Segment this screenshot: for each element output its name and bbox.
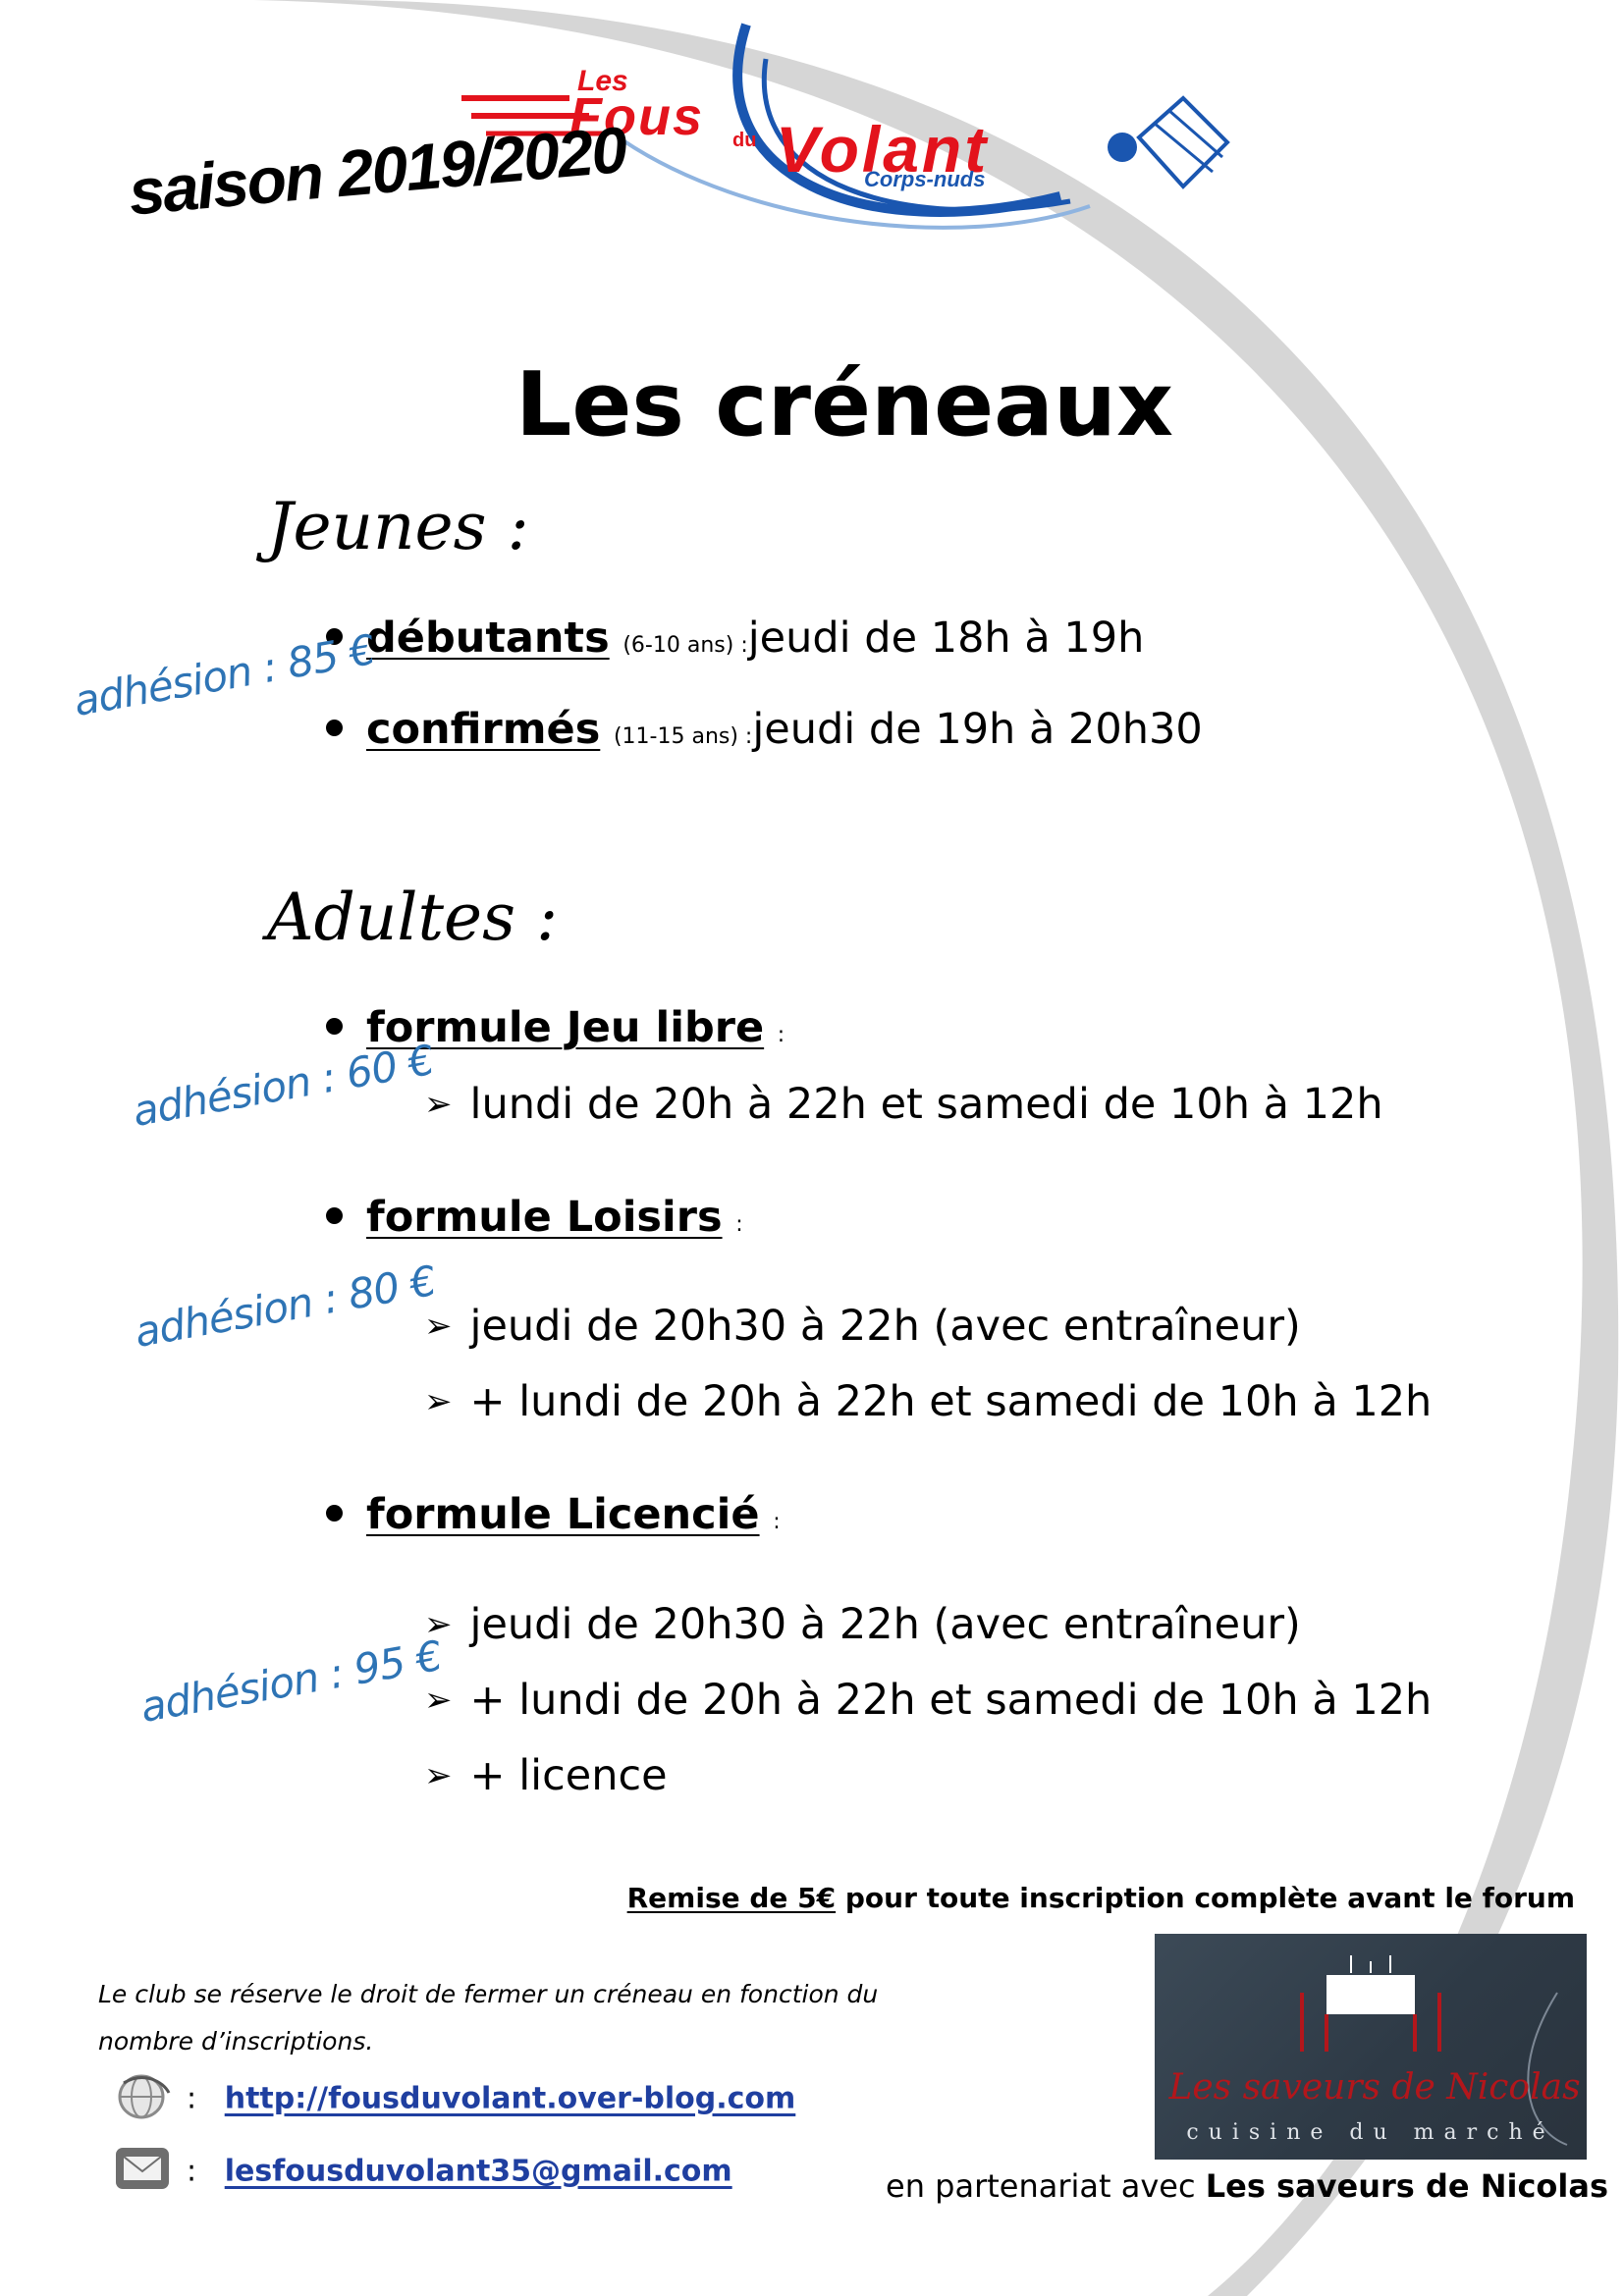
item-schedule: jeudi de 19h à 20h30 [752,705,1203,754]
contact-separator: : [187,2154,197,2189]
item-ages: (11-15 ans) : [613,724,753,749]
arrow-icon: ➢ [424,1382,453,1421]
bullet-icon [326,1207,343,1224]
partner-caption-prefix: en partenariat avec [886,2167,1206,2205]
contact-separator: : [187,2081,197,2116]
jeunes-item-confirmes: confirmés (11-15 ans) :jeudi de 19h à 20… [326,705,1203,754]
item-schedule: jeudi de 18h à 19h [747,614,1145,663]
formule-line: ➢ + lundi de 20h à 22h et samedi de 10h à… [424,1377,1432,1426]
formule-loisirs: formule Loisirs : [326,1193,743,1242]
section-adultes-heading: Adultes : [267,880,559,955]
formule-line: ➢ + lundi de 20h à 22h et samedi de 10h à… [424,1676,1432,1725]
discount-text: pour toute inscription complète avant le… [836,1882,1575,1914]
bullet-icon [326,1018,343,1035]
discount-amount: Remise de 5€ [626,1882,837,1914]
email-contact: : lesfousduvolant35@gmail.com [114,2146,732,2199]
arrow-icon: ➢ [424,1307,453,1346]
formule-colon: : [735,1212,743,1237]
shuttlecock-icon [1108,95,1230,189]
arrow-icon: ➢ [424,1085,453,1124]
email-link[interactable]: lesfousduvolant35@gmail.com [225,2155,732,2189]
item-label: confirmés [366,705,601,754]
partner-caption-name: Les saveurs de Nicolas [1205,2167,1609,2205]
partner-logo-subtitle: cuisine du marché [1186,2120,1555,2145]
section-jeunes-heading: Jeunes : [267,489,529,564]
formule-line: ➢ jeudi de 20h30 à 22h (avec entraîneur) [424,1600,1301,1649]
formule-line-text: jeudi de 20h30 à 22h (avec entraîneur) [469,1302,1301,1351]
globe-icon [114,2071,171,2128]
discount-note: Remise de 5€ pour toute inscription comp… [627,1882,1575,1914]
item-label: débutants [366,614,610,663]
formule-line-text: + lundi de 20h à 22h et samedi de 10h à … [469,1676,1433,1725]
formule-line-text: jeudi de 20h30 à 22h (avec entraîneur) [469,1600,1301,1649]
website-link[interactable]: http://fousduvolant.over-blog.com [225,2082,796,2116]
formule-line-text: + licence [469,1751,668,1800]
arrow-icon: ➢ [424,1681,453,1720]
club-disclaimer: Le club se réserve le droit de fermer un… [98,1980,879,2056]
bullet-icon [326,1505,343,1522]
formule-licencie: formule Licencié : [326,1490,781,1539]
formule-line-text: lundi de 20h à 22h et samedi de 10h à 12… [469,1080,1383,1129]
formule-line-text: + lundi de 20h à 22h et samedi de 10h à … [469,1377,1433,1426]
bullet-icon [326,720,343,736]
formule-colon: : [773,1510,781,1534]
jeunes-item-debutants: débutants (6-10 ans) :jeudi de 18h à 19h [326,614,1144,663]
formule-line: ➢ jeudi de 20h30 à 22h (avec entraîneur) [424,1302,1301,1351]
formule-line: ➢ + licence [424,1751,668,1800]
formule-colon: : [777,1023,785,1047]
envelope-icon [114,2146,171,2199]
arrow-icon: ➢ [424,1756,453,1795]
page-title: Les créneaux [514,353,1174,456]
formule-label: formule Licencié [366,1490,760,1539]
formule-label: formule Loisirs [366,1193,723,1242]
item-ages: (6-10 ans) : [623,633,748,658]
logo-corps-nuds: Corps-nuds [864,167,986,191]
website-contact: : http://fousduvolant.over-blog.com [114,2071,795,2128]
partner-logo-name: Les saveurs de Nicolas [1168,2067,1581,2108]
logo-du: du [732,130,757,151]
formule-line: ➢ lundi de 20h à 22h et samedi de 10h à 1… [424,1080,1383,1129]
partner-caption: en partenariat avec Les saveurs de Nicol… [886,2167,1608,2205]
